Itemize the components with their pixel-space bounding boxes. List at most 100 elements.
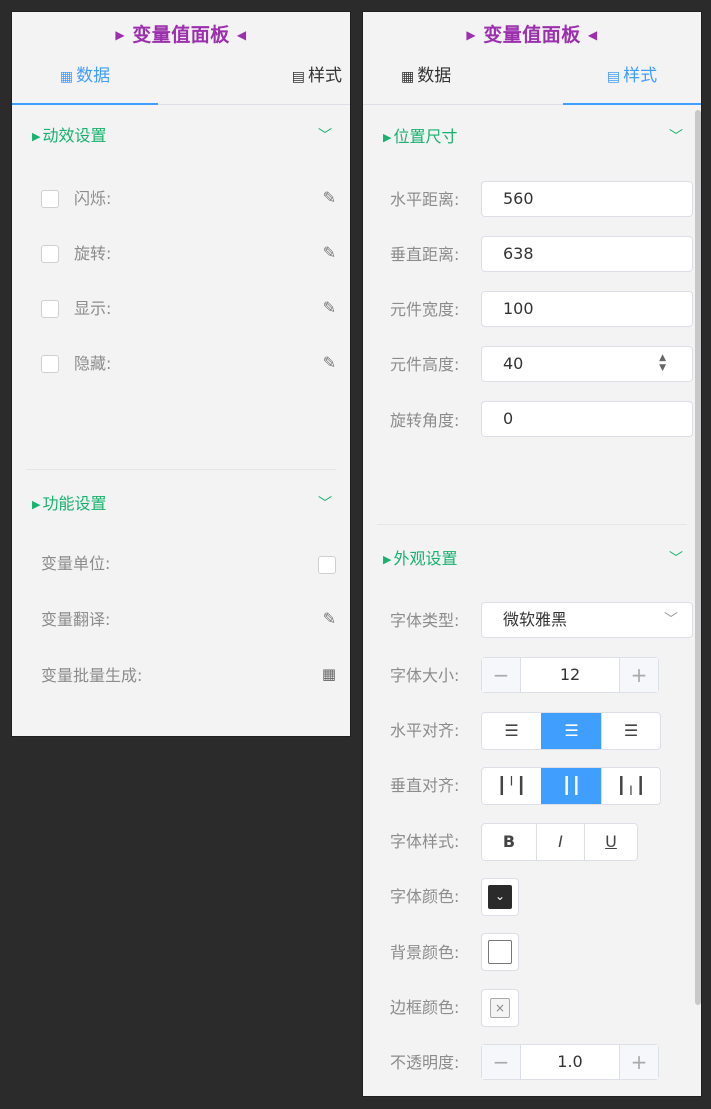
section-pos-header[interactable]: ▶ 位置尺寸 ﹀ xyxy=(363,124,701,150)
active-tab-indicator xyxy=(12,103,158,105)
minus-button[interactable]: − xyxy=(482,658,521,692)
border-color-picker[interactable]: × xyxy=(481,989,519,1027)
expand-arrow-icon: ▶ xyxy=(32,130,41,143)
plus-button[interactable]: + xyxy=(619,1045,658,1079)
panel-title-text: 变量值面板 xyxy=(483,24,581,46)
align-center-icon[interactable]: ☰ xyxy=(541,713,601,749)
anim-item-rotate: 旋转: ✎ xyxy=(12,239,350,271)
grid-icon[interactable]: ▦ xyxy=(322,665,336,683)
font-size-stepper: − 12 + xyxy=(481,657,659,693)
triangle-right-icon: ▶ xyxy=(115,28,126,42)
align-middle-icon[interactable]: ┃┃ xyxy=(541,768,601,804)
height-label: 元件高度: xyxy=(390,355,460,374)
section-look-header[interactable]: ▶ 外观设置 ﹀ xyxy=(363,546,701,572)
chevron-down-icon: ﹀ xyxy=(669,129,683,145)
vertical-distance-input[interactable]: 638 xyxy=(481,236,693,272)
rotation-input[interactable]: 0 xyxy=(481,401,693,437)
section-anim-header[interactable]: ▶ 动效设置 ﹀ xyxy=(12,123,350,149)
background-color-label: 背景颜色: xyxy=(390,943,460,962)
tab-bar: ▦ 数据 ▤ 样式 xyxy=(12,62,350,105)
panel-title: ▶ 变量值面板 ◀ xyxy=(363,22,701,48)
tab-data[interactable]: ▦ 数据 xyxy=(401,62,511,104)
triangle-left-icon: ◀ xyxy=(587,28,598,42)
expand-arrow-icon: ▶ xyxy=(383,553,392,566)
font-color-label: 字体颜色: xyxy=(390,887,460,906)
horizontal-align-label: 水平对齐: xyxy=(390,721,460,740)
section-divider xyxy=(377,524,687,525)
left-panel: ▶ 变量值面板 ◀ ▦ 数据 ▤ 样式 ▶ 动效设置 ﹀ 闪烁: ✎ 旋转: ✎ 显示… xyxy=(12,12,350,736)
font-type-select[interactable]: 微软雅黑 ﹀ xyxy=(481,602,693,638)
tab-data[interactable]: ▦ 数据 xyxy=(12,62,158,104)
italic-button[interactable]: I xyxy=(536,824,584,860)
opacity-value[interactable]: 1.0 xyxy=(520,1045,620,1079)
plus-button[interactable]: + xyxy=(619,658,658,692)
panel-title: ▶ 变量值面板 ◀ xyxy=(12,22,350,48)
calendar-icon: ▦ xyxy=(401,69,415,85)
expand-arrow-icon: ▶ xyxy=(32,498,41,511)
background-color-picker[interactable] xyxy=(481,933,519,971)
underline-button[interactable]: U xyxy=(584,824,637,860)
opacity-stepper: − 1.0 + xyxy=(481,1044,659,1080)
edit-pen-icon[interactable]: ✎ xyxy=(323,243,336,262)
width-input[interactable]: 100 xyxy=(481,291,693,327)
blink-checkbox[interactable] xyxy=(41,190,59,208)
horizontal-distance-input[interactable]: 560 xyxy=(481,181,693,217)
border-color-label: 边框颜色: xyxy=(390,998,460,1017)
vertical-align-label: 垂直对齐: xyxy=(390,776,460,795)
chevron-down-icon: ﹀ xyxy=(318,496,332,512)
section-anim-title: 动效设置 xyxy=(42,126,107,145)
chevron-down-icon: ﹀ xyxy=(664,612,678,628)
align-bottom-icon[interactable]: ┃╷┃ xyxy=(601,768,660,804)
align-left-icon[interactable]: ☰ xyxy=(482,713,541,749)
rotation-label: 旋转角度: xyxy=(390,411,460,430)
font-style-label: 字体样式: xyxy=(390,832,460,851)
minus-button[interactable]: − xyxy=(482,1045,521,1079)
horizontal-align-group: ☰ ☰ ☰ xyxy=(481,712,661,750)
align-right-icon[interactable]: ☰ xyxy=(601,713,660,749)
rotate-label: 旋转: xyxy=(74,244,112,263)
translate-label: 变量翻译: xyxy=(41,610,111,629)
bold-button[interactable]: B xyxy=(482,824,536,860)
tab-data-label: 数据 xyxy=(76,66,111,86)
edit-pen-icon[interactable]: ✎ xyxy=(323,353,336,372)
hide-label: 隐藏: xyxy=(74,354,112,373)
vertical-distance-label: 垂直距离: xyxy=(390,245,460,264)
vertical-distance-value: 638 xyxy=(503,244,534,263)
anim-item-hide: 隐藏: ✎ xyxy=(12,349,350,381)
edit-pen-icon[interactable]: ✎ xyxy=(323,298,336,317)
font-color-picker[interactable]: ⌄ xyxy=(481,878,519,916)
spinner-icon[interactable]: ▲ ▼ xyxy=(659,353,666,373)
width-value: 100 xyxy=(503,299,534,318)
unit-checkbox[interactable] xyxy=(318,556,336,574)
func-translate-row: 变量翻译: ✎ xyxy=(12,605,350,637)
show-label: 显示: xyxy=(74,299,112,318)
chevron-down-icon: ﹀ xyxy=(669,551,683,567)
hide-checkbox[interactable] xyxy=(41,355,59,373)
font-size-value[interactable]: 12 xyxy=(520,658,620,692)
section-func-title: 功能设置 xyxy=(42,494,107,513)
horizontal-distance-value: 560 xyxy=(503,189,534,208)
rotate-checkbox[interactable] xyxy=(41,245,59,263)
font-type-label: 字体类型: xyxy=(390,611,460,630)
close-icon: × xyxy=(490,998,510,1018)
right-panel: ▶ 变量值面板 ◀ ▦ 数据 ▤ 样式 ▶ 位置尺寸 ﹀ 水平距离: 560 垂直距离… xyxy=(363,12,701,1096)
font-style-group: B I U xyxy=(481,823,638,861)
section-look-title: 外观设置 xyxy=(393,549,458,568)
blink-label: 闪烁: xyxy=(74,189,112,208)
tab-style[interactable]: ▤ 样式 xyxy=(232,62,342,104)
batch-label: 变量批量生成: xyxy=(41,666,143,685)
tab-style-label: 样式 xyxy=(623,66,658,86)
height-input[interactable]: 40 ▲ ▼ xyxy=(481,346,693,382)
section-pos-title: 位置尺寸 xyxy=(393,127,458,146)
panel-title-text: 变量值面板 xyxy=(132,24,230,46)
align-top-icon[interactable]: ┃╵┃ xyxy=(482,768,541,804)
show-checkbox[interactable] xyxy=(41,300,59,318)
func-unit-row: 变量单位: xyxy=(12,549,350,581)
chevron-down-icon: ﹀ xyxy=(318,128,332,144)
tab-style[interactable]: ▤ 样式 xyxy=(563,62,701,104)
calendar-icon: ▦ xyxy=(59,69,74,85)
edit-pen-icon[interactable]: ✎ xyxy=(323,609,336,628)
section-func-header[interactable]: ▶ 功能设置 ﹀ xyxy=(12,491,350,517)
edit-pen-icon[interactable]: ✎ xyxy=(323,188,336,207)
height-value: 40 xyxy=(503,354,524,373)
